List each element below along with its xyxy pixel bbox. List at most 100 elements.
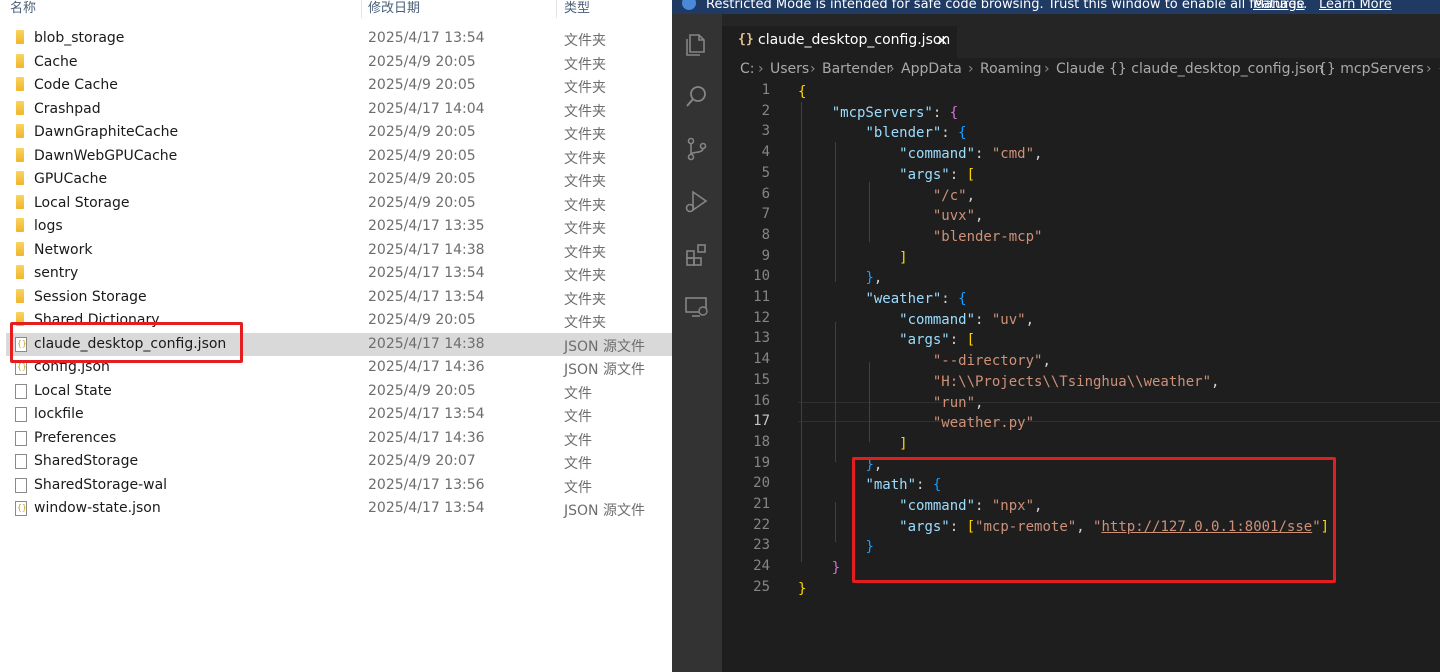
file-name: lockfile xyxy=(34,406,84,422)
file-row[interactable]: Session Storage 2025/4/17 13:54 文件夹 xyxy=(6,286,672,309)
breadcrumb-item[interactable]: C: xyxy=(740,61,755,77)
breadcrumb-item[interactable]: Roaming xyxy=(980,61,1042,77)
breadcrumb-item[interactable]: {} claude_desktop_config.json xyxy=(1109,61,1324,77)
column-header-type[interactable]: 类型 xyxy=(564,0,590,16)
line-number: 16 xyxy=(753,392,770,409)
file-row[interactable]: Network 2025/4/17 14:38 文件夹 xyxy=(6,239,672,262)
code-line: "mcpServers": { xyxy=(798,103,958,123)
code-line: "weather": { xyxy=(798,289,967,309)
file-row[interactable]: Local Storage 2025/4/9 20:05 文件夹 xyxy=(6,192,672,215)
code-token: , xyxy=(975,394,984,411)
code-token: { xyxy=(798,84,807,100)
extensions-icon[interactable] xyxy=(684,242,710,268)
column-divider[interactable] xyxy=(361,0,362,18)
breadcrumb-item[interactable]: Bartender xyxy=(822,61,892,77)
file-row[interactable]: SharedStorage 2025/4/9 20:07 文件 xyxy=(6,450,672,473)
learn-more-link[interactable]: Learn More xyxy=(1319,0,1392,12)
file-row[interactable]: GPUCache 2025/4/9 20:05 文件夹 xyxy=(6,168,672,191)
file-row[interactable]: Code Cache 2025/4/9 20:05 文件夹 xyxy=(6,74,672,97)
code-token: "cmd" xyxy=(991,146,1035,163)
remote-explorer-icon[interactable] xyxy=(684,294,710,320)
code-token: "--directory" xyxy=(932,353,1043,370)
code-line: "uvx", xyxy=(798,206,984,226)
highlight-box-math-server xyxy=(852,457,1336,583)
folder-icon xyxy=(16,288,24,303)
run-debug-icon[interactable] xyxy=(684,188,710,214)
code-token: { xyxy=(958,291,967,307)
explorer-icon[interactable] xyxy=(684,32,710,58)
file-name: DawnWebGPUCache xyxy=(34,147,178,164)
line-number: 1 xyxy=(761,82,770,98)
file-row[interactable]: blob_storage 2025/4/17 13:54 文件夹 xyxy=(6,27,672,50)
code-line: }, xyxy=(798,268,882,288)
line-number: 9 xyxy=(761,247,770,264)
file-type: 文件夹 xyxy=(564,291,606,308)
folder-icon xyxy=(16,194,24,209)
file-row[interactable]: DawnWebGPUCache 2025/4/9 20:05 文件夹 xyxy=(6,145,672,168)
file-type: 文件 xyxy=(564,456,592,472)
file-row[interactable]: sentry 2025/4/17 13:54 文件夹 xyxy=(6,262,672,285)
source-control-icon[interactable] xyxy=(684,136,710,162)
tab-title: claude_desktop_config.json xyxy=(758,32,951,48)
file-date: 2025/4/9 20:07 xyxy=(368,453,476,469)
file-row[interactable]: SharedStorage-wal 2025/4/17 13:56 文件 xyxy=(6,474,672,497)
code-line: "run", xyxy=(798,393,984,413)
file-date: 2025/4/9 20:05 xyxy=(368,171,476,187)
file-date: 2025/4/17 13:54 xyxy=(368,30,485,46)
file-row[interactable]: Local State 2025/4/9 20:05 文件 xyxy=(6,380,672,403)
manage-link[interactable]: Manage xyxy=(1253,0,1305,12)
file-name: Network xyxy=(34,241,93,258)
code-editor[interactable]: { "mcpServers": { "blender": { "command"… xyxy=(798,82,1440,672)
file-name: sentry xyxy=(34,265,79,281)
file-row[interactable]: lockfile 2025/4/17 13:54 文件 xyxy=(6,403,672,426)
line-number: 8 xyxy=(761,226,770,243)
file-row[interactable]: Preferences 2025/4/17 14:36 文件 xyxy=(6,427,672,450)
breadcrumb-item[interactable]: {} mcpServers xyxy=(1318,61,1424,77)
breadcrumb-item[interactable]: AppData xyxy=(901,61,962,77)
column-divider[interactable] xyxy=(556,0,557,18)
code-token: "blender" xyxy=(865,125,942,142)
code-token: [ xyxy=(966,166,976,183)
file-name: DawnGraphiteCache xyxy=(34,124,179,140)
search-icon[interactable] xyxy=(684,84,710,110)
code-token: "args" xyxy=(899,332,950,349)
breadcrumb-item[interactable]: Users xyxy=(770,61,809,77)
file-type: 文件夹 xyxy=(564,268,606,284)
tab-claude-desktop-config[interactable]: {} claude_desktop_config.json × xyxy=(722,26,957,58)
column-header-date[interactable]: 修改日期 xyxy=(368,0,420,16)
vscode-window: Restricted Mode is intended for safe cod… xyxy=(672,0,1440,672)
line-number: 12 xyxy=(753,309,770,326)
code-token: "H:\\Projects\\Tsinghua\\weather" xyxy=(932,373,1212,390)
line-number: 14 xyxy=(753,351,770,368)
file-row[interactable]: DawnGraphiteCache 2025/4/9 20:05 文件夹 xyxy=(6,121,672,144)
file-row[interactable]: Crashpad 2025/4/17 14:04 文件夹 xyxy=(6,98,672,121)
column-header-name[interactable]: 名称 xyxy=(10,0,36,16)
file-name: Local Storage xyxy=(34,194,130,211)
chevron-right-icon: › xyxy=(1306,61,1312,77)
file-icon xyxy=(15,383,27,399)
close-icon[interactable]: × xyxy=(936,31,949,49)
code-token: : xyxy=(949,332,967,349)
file-date: 2025/4/9 20:05 xyxy=(368,312,476,328)
file-type: JSON 源文件 xyxy=(564,338,645,355)
highlight-box-selected-file xyxy=(10,322,243,363)
file-row[interactable]: Cache 2025/4/9 20:05 文件夹 xyxy=(6,51,672,74)
folder-icon xyxy=(16,171,24,185)
code-token: "run" xyxy=(932,394,976,411)
code-token: "blender-mcp" xyxy=(932,228,1043,245)
code-line: { xyxy=(798,82,806,102)
file-icon xyxy=(15,477,27,493)
file-type: 文件 xyxy=(564,385,592,402)
file-row[interactable]: logs 2025/4/17 13:35 文件夹 xyxy=(6,215,672,238)
code-token: "uvx" xyxy=(932,208,976,225)
code-token: } xyxy=(798,580,807,597)
folder-icon xyxy=(16,241,24,256)
file-row[interactable]: window-state.json 2025/4/17 13:54 JSON 源文件 xyxy=(6,497,672,520)
